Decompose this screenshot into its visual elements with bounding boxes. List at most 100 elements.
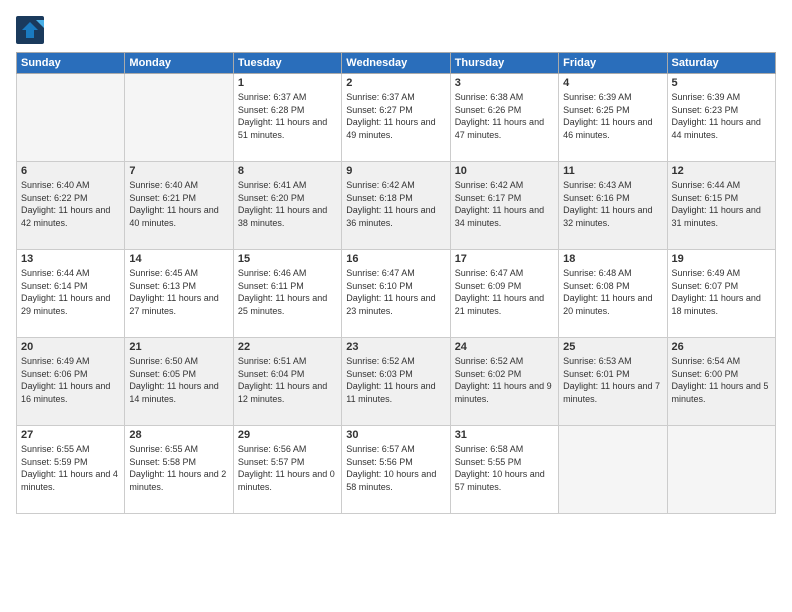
day-info: Sunrise: 6:47 AMSunset: 6:09 PMDaylight:… [455, 267, 554, 317]
day-cell: 8 Sunrise: 6:41 AMSunset: 6:20 PMDaylight… [233, 162, 341, 250]
day-number: 13 [21, 253, 120, 265]
day-number: 2 [346, 77, 445, 89]
day-number: 17 [455, 253, 554, 265]
day-cell: 29Sunrise: 6:56 AMSunset: 5:57 PMDayligh… [233, 426, 341, 514]
day-number: 18 [563, 253, 662, 265]
week-row-4: 20 Sunrise: 6:49 AMSunset: 6:06 PMDayligh… [17, 338, 776, 426]
day-number: 28 [129, 429, 228, 441]
day-cell: 22 Sunrise: 6:51 AMSunset: 6:04 PMDayligh… [233, 338, 341, 426]
day-info: Sunrise: 6:54 AMSunset: 6:00 PMDaylight:… [672, 355, 771, 405]
day-cell: 19 Sunrise: 6:49 AMSunset: 6:07 PMDayligh… [667, 250, 775, 338]
day-cell: 21 Sunrise: 6:50 AMSunset: 6:05 PMDayligh… [125, 338, 233, 426]
day-number: 12 [672, 165, 771, 177]
day-number: 20 [21, 341, 120, 353]
day-info: Sunrise: 6:47 AMSunset: 6:10 PMDaylight:… [346, 267, 445, 317]
day-number: 11 [563, 165, 662, 177]
week-row-5: 27Sunrise: 6:55 AMSunset: 5:59 PMDayligh… [17, 426, 776, 514]
day-info: Sunrise: 6:40 AMSunset: 6:22 PMDaylight:… [21, 179, 120, 229]
day-cell: 10 Sunrise: 6:42 AMSunset: 6:17 PMDayligh… [450, 162, 558, 250]
day-cell: 15 Sunrise: 6:46 AMSunset: 6:11 PMDayligh… [233, 250, 341, 338]
day-number: 27 [21, 429, 120, 441]
day-info: Sunrise: 6:58 AMSunset: 5:55 PMDaylight:… [455, 443, 554, 493]
day-info: Sunrise: 6:37 AMSunset: 6:27 PMDaylight:… [346, 91, 445, 141]
day-cell [559, 426, 667, 514]
day-cell: 16Sunrise: 6:47 AMSunset: 6:10 PMDayligh… [342, 250, 450, 338]
day-cell: 11 Sunrise: 6:43 AMSunset: 6:16 PMDayligh… [559, 162, 667, 250]
day-cell: 30 Sunrise: 6:57 AMSunset: 5:56 PMDayligh… [342, 426, 450, 514]
day-info: Sunrise: 6:42 AMSunset: 6:17 PMDaylight:… [455, 179, 554, 229]
day-info: Sunrise: 6:53 AMSunset: 6:01 PMDaylight:… [563, 355, 662, 405]
weekday-header-friday: Friday [559, 53, 667, 74]
day-cell: 7 Sunrise: 6:40 AMSunset: 6:21 PMDaylight… [125, 162, 233, 250]
weekday-header-sunday: Sunday [17, 53, 125, 74]
week-row-1: 1 Sunrise: 6:37 AMSunset: 6:28 PMDaylight… [17, 74, 776, 162]
day-number: 23 [346, 341, 445, 353]
day-number: 8 [238, 165, 337, 177]
day-cell [17, 74, 125, 162]
day-number: 5 [672, 77, 771, 89]
day-info: Sunrise: 6:44 AMSunset: 6:14 PMDaylight:… [21, 267, 120, 317]
day-info: Sunrise: 6:44 AMSunset: 6:15 PMDaylight:… [672, 179, 771, 229]
week-row-3: 13 Sunrise: 6:44 AMSunset: 6:14 PMDayligh… [17, 250, 776, 338]
weekday-header-row: SundayMondayTuesdayWednesdayThursdayFrid… [17, 53, 776, 74]
weekday-header-monday: Monday [125, 53, 233, 74]
day-info: Sunrise: 6:38 AMSunset: 6:26 PMDaylight:… [455, 91, 554, 141]
day-info: Sunrise: 6:55 AMSunset: 5:58 PMDaylight:… [129, 443, 228, 493]
day-info: Sunrise: 6:48 AMSunset: 6:08 PMDaylight:… [563, 267, 662, 317]
logo-icon [16, 16, 44, 44]
day-cell: 2 Sunrise: 6:37 AMSunset: 6:27 PMDaylight… [342, 74, 450, 162]
day-number: 24 [455, 341, 554, 353]
day-number: 26 [672, 341, 771, 353]
weekday-header-wednesday: Wednesday [342, 53, 450, 74]
day-cell: 23 Sunrise: 6:52 AMSunset: 6:03 PMDayligh… [342, 338, 450, 426]
day-info: Sunrise: 6:50 AMSunset: 6:05 PMDaylight:… [129, 355, 228, 405]
day-info: Sunrise: 6:49 AMSunset: 6:07 PMDaylight:… [672, 267, 771, 317]
day-cell: 1 Sunrise: 6:37 AMSunset: 6:28 PMDaylight… [233, 74, 341, 162]
day-number: 31 [455, 429, 554, 441]
day-cell: 31 Sunrise: 6:58 AMSunset: 5:55 PMDayligh… [450, 426, 558, 514]
day-cell: 13 Sunrise: 6:44 AMSunset: 6:14 PMDayligh… [17, 250, 125, 338]
day-info: Sunrise: 6:52 AMSunset: 6:03 PMDaylight:… [346, 355, 445, 405]
day-number: 7 [129, 165, 228, 177]
day-number: 4 [563, 77, 662, 89]
day-info: Sunrise: 6:52 AMSunset: 6:02 PMDaylight:… [455, 355, 554, 405]
day-info: Sunrise: 6:43 AMSunset: 6:16 PMDaylight:… [563, 179, 662, 229]
day-cell: 6Sunrise: 6:40 AMSunset: 6:22 PMDaylight… [17, 162, 125, 250]
day-info: Sunrise: 6:39 AMSunset: 6:25 PMDaylight:… [563, 91, 662, 141]
day-number: 21 [129, 341, 228, 353]
day-cell: 28 Sunrise: 6:55 AMSunset: 5:58 PMDayligh… [125, 426, 233, 514]
day-cell: 9Sunrise: 6:42 AMSunset: 6:18 PMDaylight… [342, 162, 450, 250]
day-info: Sunrise: 6:46 AMSunset: 6:11 PMDaylight:… [238, 267, 337, 317]
day-info: Sunrise: 6:37 AMSunset: 6:28 PMDaylight:… [238, 91, 337, 141]
calendar-page: SundayMondayTuesdayWednesdayThursdayFrid… [0, 0, 792, 612]
day-info: Sunrise: 6:56 AMSunset: 5:57 PMDaylight:… [238, 443, 337, 493]
day-number: 15 [238, 253, 337, 265]
day-number: 3 [455, 77, 554, 89]
day-number: 25 [563, 341, 662, 353]
day-cell [667, 426, 775, 514]
day-info: Sunrise: 6:49 AMSunset: 6:06 PMDaylight:… [21, 355, 120, 405]
weekday-header-tuesday: Tuesday [233, 53, 341, 74]
day-info: Sunrise: 6:41 AMSunset: 6:20 PMDaylight:… [238, 179, 337, 229]
calendar-table: SundayMondayTuesdayWednesdayThursdayFrid… [16, 52, 776, 514]
day-info: Sunrise: 6:57 AMSunset: 5:56 PMDaylight:… [346, 443, 445, 493]
day-number: 14 [129, 253, 228, 265]
day-info: Sunrise: 6:39 AMSunset: 6:23 PMDaylight:… [672, 91, 771, 141]
day-info: Sunrise: 6:45 AMSunset: 6:13 PMDaylight:… [129, 267, 228, 317]
day-info: Sunrise: 6:51 AMSunset: 6:04 PMDaylight:… [238, 355, 337, 405]
day-cell [125, 74, 233, 162]
weekday-header-thursday: Thursday [450, 53, 558, 74]
day-cell: 24 Sunrise: 6:52 AMSunset: 6:02 PMDayligh… [450, 338, 558, 426]
day-number: 22 [238, 341, 337, 353]
day-number: 1 [238, 77, 337, 89]
day-number: 19 [672, 253, 771, 265]
day-cell: 18 Sunrise: 6:48 AMSunset: 6:08 PMDayligh… [559, 250, 667, 338]
day-info: Sunrise: 6:40 AMSunset: 6:21 PMDaylight:… [129, 179, 228, 229]
day-number: 30 [346, 429, 445, 441]
day-info: Sunrise: 6:42 AMSunset: 6:18 PMDaylight:… [346, 179, 445, 229]
header [16, 16, 776, 44]
day-cell: 14 Sunrise: 6:45 AMSunset: 6:13 PMDayligh… [125, 250, 233, 338]
day-cell: 4 Sunrise: 6:39 AMSunset: 6:25 PMDaylight… [559, 74, 667, 162]
day-number: 10 [455, 165, 554, 177]
week-row-2: 6Sunrise: 6:40 AMSunset: 6:22 PMDaylight… [17, 162, 776, 250]
